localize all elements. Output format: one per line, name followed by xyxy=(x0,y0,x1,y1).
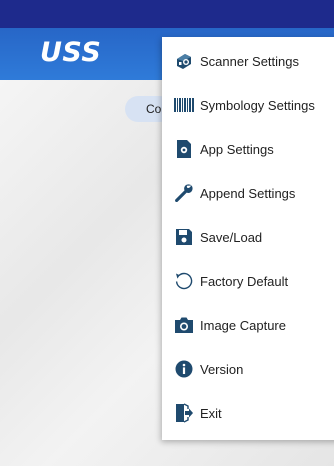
info-icon xyxy=(173,358,195,380)
menu-item-app-settings[interactable]: App Settings xyxy=(162,127,334,171)
barcode-icon xyxy=(173,94,195,116)
menu-item-append-settings[interactable]: Append Settings xyxy=(162,171,334,215)
app-logo: USS xyxy=(40,37,101,68)
menu-item-symbology-settings[interactable]: Symbology Settings xyxy=(162,83,334,127)
menu-item-label: App Settings xyxy=(200,141,274,157)
save-icon xyxy=(173,226,195,248)
overflow-menu: Scanner Settings Symbology Settings App … xyxy=(162,37,334,440)
connect-button-label: Co xyxy=(146,102,162,116)
menu-item-save-load[interactable]: Save/Load xyxy=(162,215,334,259)
menu-item-scanner-settings[interactable]: Scanner Settings xyxy=(162,39,334,83)
menu-item-label: Scanner Settings xyxy=(200,53,300,69)
menu-item-image-capture[interactable]: Image Capture xyxy=(162,303,334,347)
menu-item-version[interactable]: Version xyxy=(162,347,334,391)
menu-item-label: Version xyxy=(200,361,244,377)
menu-item-factory-default[interactable]: Factory Default xyxy=(162,259,334,303)
scanner-icon xyxy=(173,50,195,72)
camera-icon xyxy=(173,314,195,336)
app-settings-icon xyxy=(173,138,195,160)
screen: USS Co Scanner Settings Symbology Settin… xyxy=(0,0,334,466)
status-bar xyxy=(0,0,334,28)
menu-item-label: Exit xyxy=(200,405,222,421)
logo-text: USS xyxy=(40,37,102,68)
menu-item-label: Save/Load xyxy=(200,229,263,245)
menu-item-exit[interactable]: Exit xyxy=(162,391,334,435)
reset-icon xyxy=(173,270,195,292)
menu-item-label: Image Capture xyxy=(200,317,286,333)
wrench-icon xyxy=(173,182,195,204)
menu-item-label: Symbology Settings xyxy=(200,97,315,113)
menu-item-label: Factory Default xyxy=(200,273,289,289)
exit-icon xyxy=(173,402,195,424)
menu-item-label: Append Settings xyxy=(200,185,296,201)
